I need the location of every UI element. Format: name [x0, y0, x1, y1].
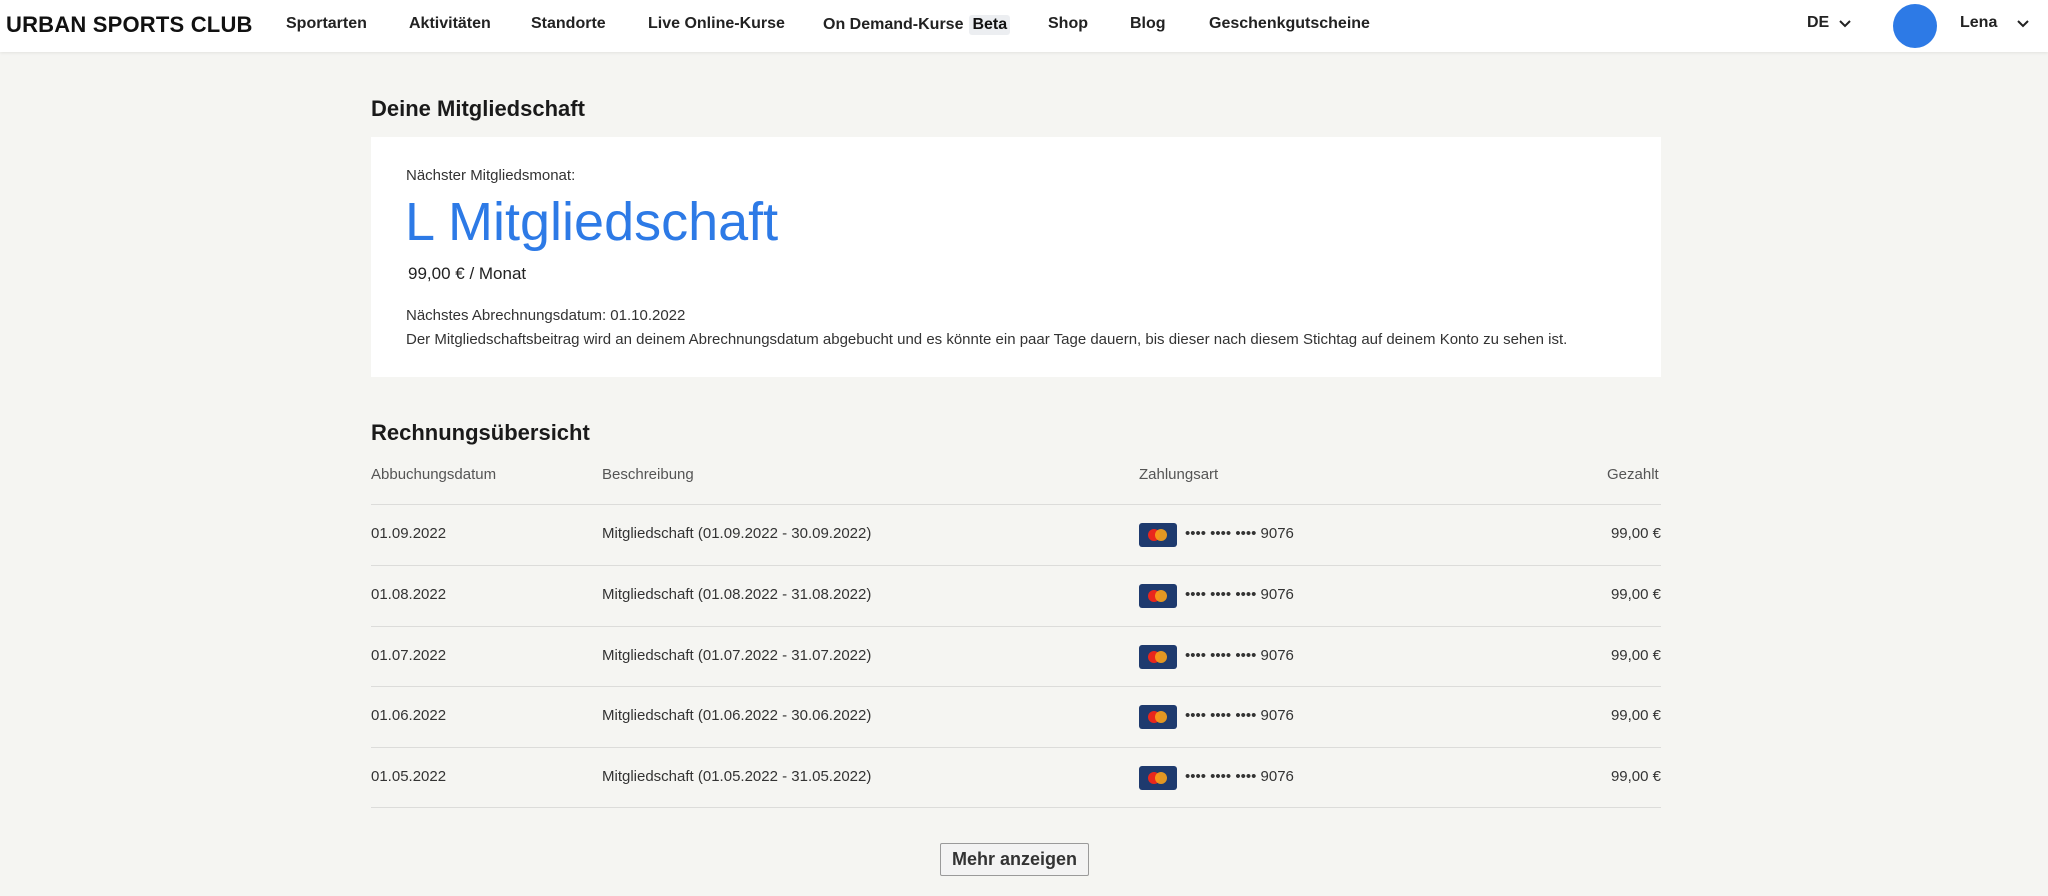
- table-row: 01.08.2022 Mitgliedschaft (01.08.2022 - …: [371, 566, 1661, 626]
- nav-item-blog[interactable]: Blog: [1130, 15, 1166, 33]
- table-divider: [371, 807, 1661, 808]
- nav-item-shop[interactable]: Shop: [1048, 15, 1088, 33]
- chevron-down-icon: [2017, 20, 2029, 28]
- invoice-date: 01.07.2022: [371, 647, 447, 664]
- invoice-description: Mitgliedschaft (01.08.2022 - 31.08.2022): [602, 586, 872, 603]
- invoice-amount: 99,00 €: [1610, 647, 1661, 664]
- invoices-section-title: Rechnungsübersicht: [371, 420, 590, 445]
- billing-note: Der Mitgliedschaftsbeitrag wird an deine…: [406, 331, 1568, 348]
- table-row: 01.06.2022 Mitgliedschaft (01.06.2022 - …: [371, 687, 1661, 747]
- table-row: 01.09.2022 Mitgliedschaft (01.09.2022 - …: [371, 505, 1661, 565]
- invoice-amount: 99,00 €: [1610, 586, 1661, 603]
- top-navigation-bar: URBAN SPORTS CLUB Sportarten Aktivitäten…: [0, 0, 2048, 52]
- beta-badge: Beta: [969, 15, 1011, 35]
- logo[interactable]: URBAN SPORTS CLUB: [6, 12, 253, 38]
- plan-price: 99,00 € / Monat: [408, 264, 527, 283]
- language-label: DE: [1807, 14, 1830, 31]
- plan-name: L Mitgliedschaft: [405, 192, 779, 252]
- masked-card-number: •••• •••• •••• 9076: [1185, 586, 1294, 603]
- column-header-payment: Zahlungsart: [1139, 466, 1219, 483]
- masked-card-number: •••• •••• •••• 9076: [1185, 647, 1294, 664]
- column-header-date: Abbuchungsdatum: [371, 466, 497, 483]
- user-name: Lena: [1960, 14, 1998, 31]
- masked-card-number: •••• •••• •••• 9076: [1185, 707, 1294, 724]
- table-row: 01.05.2022 Mitgliedschaft (01.05.2022 - …: [371, 748, 1661, 808]
- invoice-description: Mitgliedschaft (01.06.2022 - 30.06.2022): [602, 707, 872, 724]
- masked-card-number: •••• •••• •••• 9076: [1185, 525, 1294, 542]
- mastercard-icon: [1139, 584, 1177, 608]
- nav-item-geschenkgutscheine[interactable]: Geschenkgutscheine: [1209, 15, 1370, 33]
- language-selector[interactable]: DE: [1807, 14, 1852, 32]
- column-header-description: Beschreibung: [602, 466, 694, 483]
- table-row: 01.07.2022 Mitgliedschaft (01.07.2022 - …: [371, 627, 1661, 687]
- nav-item-on-demand-kurse[interactable]: On Demand-Kurse Beta: [823, 15, 1011, 35]
- invoice-description: Mitgliedschaft (01.07.2022 - 31.07.2022): [602, 647, 872, 664]
- user-menu[interactable]: Lena: [1960, 14, 2030, 32]
- nav-item-label: On Demand-Kurse: [823, 16, 964, 33]
- invoice-amount: 99,00 €: [1610, 707, 1661, 724]
- invoice-date: 01.06.2022: [371, 707, 447, 724]
- invoice-date: 01.08.2022: [371, 586, 447, 603]
- nav-item-standorte[interactable]: Standorte: [531, 15, 606, 33]
- membership-card: Nächster Mitgliedsmonat: L Mitgliedschaf…: [371, 137, 1661, 377]
- billing-date: Nächstes Abrechnungsdatum: 01.10.2022: [406, 307, 686, 324]
- mastercard-icon: [1139, 523, 1177, 547]
- chevron-down-icon: [1838, 20, 1851, 28]
- invoice-description: Mitgliedschaft (01.09.2022 - 30.09.2022): [602, 525, 872, 542]
- membership-section-title: Deine Mitgliedschaft: [371, 96, 585, 121]
- invoice-date: 01.09.2022: [371, 525, 447, 542]
- column-header-paid: Gezahlt: [1607, 466, 1659, 483]
- mastercard-icon: [1139, 766, 1177, 790]
- mastercard-icon: [1139, 705, 1177, 729]
- invoice-amount: 99,00 €: [1610, 525, 1661, 542]
- next-month-label: Nächster Mitgliedsmonat:: [406, 167, 576, 184]
- show-more-button[interactable]: Mehr anzeigen: [940, 843, 1089, 876]
- masked-card-number: •••• •••• •••• 9076: [1185, 768, 1294, 785]
- nav-item-aktivitaeten[interactable]: Aktivitäten: [409, 15, 491, 33]
- invoice-description: Mitgliedschaft (01.05.2022 - 31.05.2022): [602, 768, 872, 785]
- invoice-date: 01.05.2022: [371, 768, 447, 785]
- nav-item-live-online-kurse[interactable]: Live Online-Kurse: [648, 15, 785, 33]
- nav-item-sportarten[interactable]: Sportarten: [286, 15, 367, 33]
- avatar[interactable]: [1893, 4, 1937, 48]
- mastercard-icon: [1139, 645, 1177, 669]
- invoice-amount: 99,00 €: [1610, 768, 1661, 785]
